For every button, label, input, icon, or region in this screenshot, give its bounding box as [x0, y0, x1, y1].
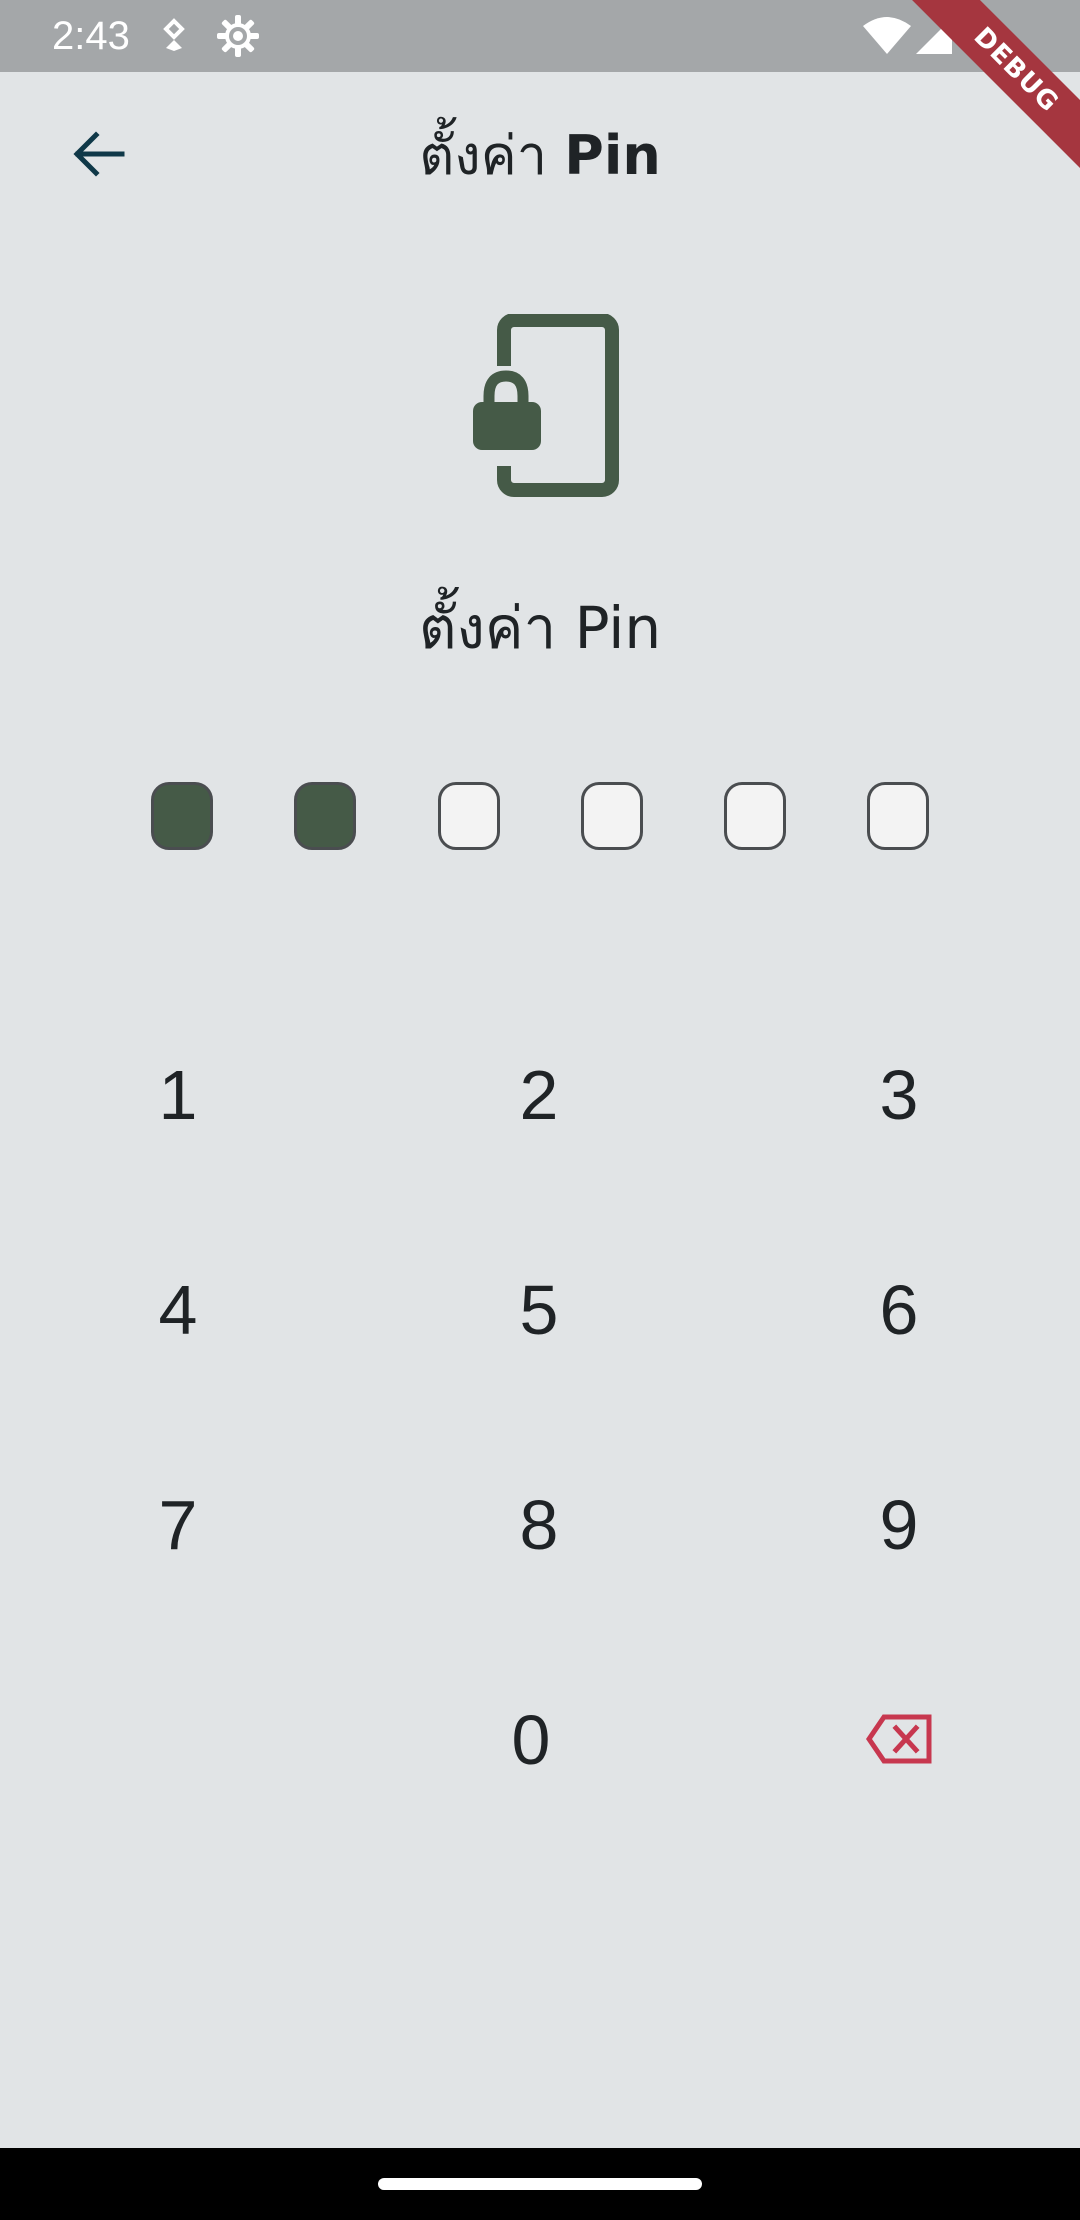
phone-lock-icon: [470, 313, 620, 504]
keypad: 1 2 3 4 5 6 7 8 9 0: [0, 1000, 1080, 1860]
status-time: 2:43: [52, 14, 130, 58]
key-5[interactable]: 5: [429, 1225, 649, 1395]
location-icon: [160, 18, 188, 58]
key-0[interactable]: 0: [421, 1655, 641, 1825]
pin-setup-screen: 2:43 DEBUG ตั้งค่า Pin ตั้งค่า Pin 1 2 3…: [0, 0, 1080, 2220]
pin-dot-6: [867, 782, 929, 850]
settings-gear-icon: [216, 14, 260, 62]
pin-dot-5: [724, 782, 786, 850]
page-title: ตั้งค่า Pin: [0, 124, 1080, 188]
key-6[interactable]: 6: [789, 1225, 1009, 1395]
pin-dot-3: [438, 782, 500, 850]
key-4[interactable]: 4: [68, 1225, 288, 1395]
system-nav-bar: [0, 2148, 1080, 2220]
key-2[interactable]: 2: [429, 1010, 649, 1180]
page-title-bold: Pin: [564, 124, 661, 187]
page-title-text: ตั้งค่า: [419, 124, 548, 187]
key-8[interactable]: 8: [429, 1440, 649, 1610]
pin-indicator: [151, 782, 931, 850]
pin-dot-2: [294, 782, 356, 850]
wifi-icon: [862, 16, 912, 60]
pin-dot-1: [151, 782, 213, 850]
status-bar: 2:43: [0, 0, 1080, 72]
key-9[interactable]: 9: [789, 1440, 1009, 1610]
backspace-button[interactable]: [789, 1655, 1009, 1825]
backspace-icon: [865, 1700, 932, 1780]
subtitle: ตั้งค่า Pin: [418, 594, 662, 662]
home-gesture-pill[interactable]: [378, 2178, 702, 2190]
key-3[interactable]: 3: [789, 1010, 1009, 1180]
pin-dot-4: [581, 782, 643, 850]
key-1[interactable]: 1: [68, 1010, 288, 1180]
key-7[interactable]: 7: [68, 1440, 288, 1610]
app-bar: ตั้งค่า Pin: [0, 72, 1080, 242]
